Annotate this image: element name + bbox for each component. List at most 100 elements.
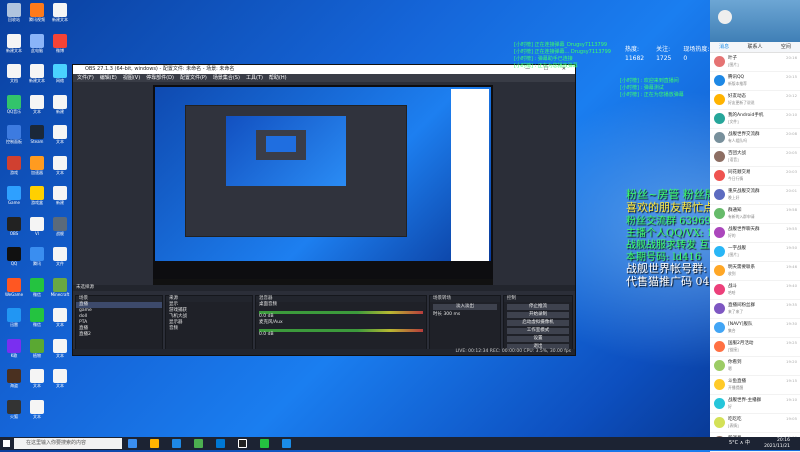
file-explorer-icon[interactable] — [150, 439, 159, 448]
menu-item[interactable]: 工具(T) — [246, 75, 263, 81]
start-icon[interactable] — [3, 440, 10, 447]
list-item[interactable]: 战舰世界交流群 有人组队吗 20:08 — [710, 129, 800, 148]
desktop-icon[interactable]: 海盗 — [3, 369, 25, 395]
desktop-icon[interactable]: 新建文本 — [3, 33, 25, 60]
desktop-icon[interactable]: WeGame — [3, 277, 25, 304]
store-icon[interactable] — [194, 439, 203, 448]
control-button[interactable]: 开始录制 — [507, 312, 569, 318]
control-button[interactable]: 设置 — [507, 336, 569, 342]
list-item[interactable]: 音频 — [166, 326, 252, 332]
app-icon — [7, 33, 21, 48]
list-item[interactable]: 叶子 [图片] 20:16 — [710, 53, 800, 72]
desktop-icon[interactable]: QQ — [3, 247, 25, 273]
menu-item[interactable]: 视图(V) — [123, 75, 140, 81]
desktop-icon[interactable]: QQ音乐 — [3, 94, 25, 121]
control-button[interactable]: 启动虚拟摄像机 — [507, 320, 569, 326]
desktop-icon[interactable]: 游戏 — [3, 155, 25, 182]
menu-item[interactable]: 停靠部件(D) — [146, 75, 174, 81]
desktop-icon[interactable]: 新建文本 — [49, 3, 71, 29]
desktop-icon[interactable]: 新建 — [49, 94, 71, 121]
menu-item[interactable]: 场景集合(S) — [213, 75, 240, 81]
desktop-icon[interactable]: OBS — [3, 216, 25, 243]
list-item[interactable]: 斗鱼直播 开播提醒 19:15 — [710, 376, 800, 395]
desktop-icon[interactable]: 文本 — [49, 308, 71, 334]
desktop-icon[interactable]: 游戏盒 — [26, 186, 48, 212]
list-item[interactable]: 我的Android手机 [文件] 20:10 — [710, 110, 800, 129]
desktop-icon[interactable]: 火狐 — [3, 399, 25, 426]
desktop-icon[interactable]: VI — [26, 216, 48, 243]
desktop-icon[interactable]: 微信 — [26, 277, 48, 304]
obs-preview[interactable] — [153, 85, 493, 285]
list-item[interactable]: 好友动态 好友更新了说说 20:12 — [710, 91, 800, 110]
transition-select[interactable]: 淡入淡出 — [433, 304, 497, 310]
search-box[interactable]: 在这里输入你要搜索的内容 — [14, 438, 122, 449]
desktop-icon[interactable]: 文本 — [26, 94, 48, 121]
list-item[interactable]: 百团大战 [语音] 20:05 — [710, 148, 800, 167]
desktop-icon[interactable]: 腾讯视频 — [26, 3, 48, 29]
task-view-icon[interactable] — [128, 439, 137, 448]
desktop-icon[interactable]: 文本 — [26, 369, 48, 395]
desktop-icon[interactable]: 战舰 — [49, 216, 71, 243]
menu-item[interactable]: 文件(F) — [77, 75, 94, 81]
list-item[interactable]: 国服2月活动 [链接] 19:25 — [710, 338, 800, 357]
list-item[interactable]: 战舰世界-主播群好 19:10 — [710, 395, 800, 414]
qq-tab[interactable]: 消息 — [719, 42, 729, 52]
desktop-icon[interactable]: 微信 — [26, 308, 48, 334]
avatar[interactable] — [718, 10, 732, 24]
desktop-icon[interactable]: 微博 — [49, 33, 71, 60]
obs-taskbar-icon[interactable] — [238, 439, 247, 448]
list-item[interactable]: 腾讯QQ 新版本推荐 20:15 — [710, 72, 800, 91]
list-item[interactable]: 一字战舰 [图片] 19:50 — [710, 243, 800, 262]
list-item[interactable]: 战舰世界聊天群 好的 19:55 — [710, 224, 800, 243]
list-item[interactable]: 吃吃吃 [表情] 19:05 — [710, 414, 800, 433]
desktop-icon[interactable]: 腾讯 — [26, 247, 48, 273]
list-item[interactable]: 同花顺交易 今日行情 20:03 — [710, 167, 800, 186]
list-item[interactable]: 群通知 有新的入群申请 19:58 — [710, 205, 800, 224]
desktop-icon-label: 迅雷 — [10, 322, 18, 327]
desktop-icon[interactable]: K歌 — [3, 338, 25, 365]
desktop-icon[interactable]: 文件 — [49, 247, 71, 273]
control-button[interactable]: 停止推流 — [507, 304, 569, 310]
desktop-icon[interactable]: Steam — [26, 125, 48, 151]
qq-tab[interactable]: 空间 — [781, 42, 791, 52]
mail-icon[interactable] — [216, 439, 225, 448]
list-item[interactable]: 你看到嗯 19:20 — [710, 357, 800, 376]
list-item[interactable]: 直播间粉丝群 来了来了 19:35 — [710, 300, 800, 319]
system-tray[interactable]: 5°C ∧ 中 — [729, 439, 750, 448]
desktop-icon[interactable]: 加速器 — [26, 155, 48, 182]
list-item[interactable]: 直播2 — [76, 332, 162, 338]
list-item[interactable]: 战斗 哈哈 19:40 — [710, 281, 800, 300]
qq-taskbar-icon[interactable] — [282, 439, 291, 448]
desktop-icon[interactable]: 文档 — [3, 64, 25, 90]
desktop-icon[interactable]: 植物 — [26, 338, 48, 365]
obs-title-bar[interactable]: OBS 27.1.3 (64-bit, windows) - 配置文件: 未命名… — [73, 65, 575, 74]
duration-value[interactable]: 300 ms — [443, 312, 460, 317]
desktop-icon[interactable]: Game — [3, 186, 25, 212]
desktop-icon[interactable]: Minecraft — [49, 277, 71, 304]
control-button[interactable]: 工作室模式 — [507, 328, 569, 334]
desktop-icon-label: 新建 — [56, 108, 64, 114]
menu-item[interactable]: 编辑(E) — [100, 75, 117, 81]
desktop-icon[interactable]: 此电脑 — [26, 33, 48, 60]
desktop-icon[interactable]: 新建 — [49, 186, 71, 212]
menu-item[interactable]: 帮助(H) — [269, 75, 287, 81]
desktop-icon[interactable]: 文本 — [49, 155, 71, 182]
volume-level[interactable]: 0.0 dB — [256, 332, 426, 338]
clock[interactable]: 20:16 2021/11/21 — [764, 438, 790, 449]
desktop-icon[interactable]: 控制面板 — [3, 125, 25, 151]
desktop-icon[interactable]: 文本 — [49, 338, 71, 365]
list-item[interactable]: [NAVY]舰队 集合 19:30 — [710, 319, 800, 338]
desktop-icon[interactable]: 文本 — [49, 125, 71, 151]
desktop-icon[interactable]: 文本 — [49, 369, 71, 395]
list-item[interactable]: 重庆战舰交流群 晚上好 20:01 — [710, 186, 800, 205]
menu-item[interactable]: 配置文件(P) — [180, 75, 207, 81]
desktop-icon[interactable]: 回收站 — [3, 3, 25, 29]
qq-tab[interactable]: 联系人 — [747, 42, 762, 52]
edge-icon[interactable] — [172, 439, 181, 448]
wechat-taskbar-icon[interactable] — [260, 439, 269, 448]
list-item[interactable]: 明天需要联系 收到 19:46 — [710, 262, 800, 281]
desktop-icon[interactable]: 网络 — [49, 64, 71, 90]
desktop-icon[interactable]: 新建文本 — [26, 64, 48, 90]
desktop-icon[interactable]: 文本 — [26, 399, 48, 426]
desktop-icon[interactable]: 迅雷 — [3, 308, 25, 334]
